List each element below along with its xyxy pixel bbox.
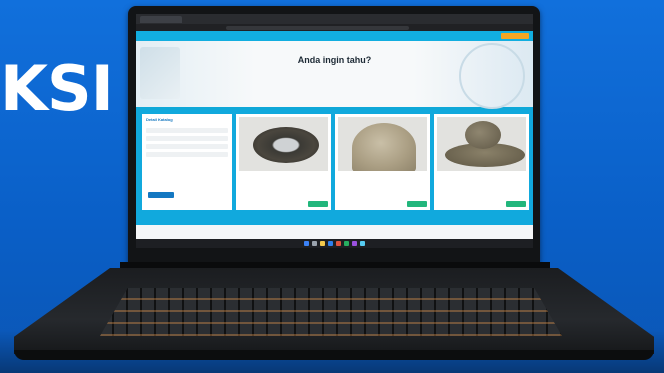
stone-grinder-icon — [465, 121, 501, 149]
filter-panel: Detail Katalog — [142, 114, 232, 210]
laptop-screen: Anda ingin tahu? Detail Katalog — [136, 14, 533, 248]
site-navbar — [136, 31, 533, 41]
backdrop-text: KSI — [0, 52, 114, 125]
card-image — [239, 117, 328, 171]
keyword-input[interactable] — [146, 128, 228, 133]
hero-photo — [140, 47, 180, 99]
site-nav-button[interactable] — [501, 33, 529, 39]
catalog-card[interactable] — [335, 114, 430, 210]
start-icon[interactable] — [304, 241, 309, 246]
card-detail-button[interactable] — [308, 201, 328, 207]
stone-tool-icon — [352, 123, 416, 171]
app-icon[interactable] — [336, 241, 341, 246]
browser-tab-bar — [136, 14, 533, 24]
os-taskbar — [136, 239, 533, 248]
category-select[interactable] — [146, 136, 228, 141]
search-icon[interactable] — [312, 241, 317, 246]
browser-icon[interactable] — [328, 241, 333, 246]
keyboard-backlight — [100, 288, 562, 336]
app-icon[interactable] — [344, 241, 349, 246]
hero-ornament-icon — [459, 43, 525, 109]
card-detail-button[interactable] — [407, 201, 427, 207]
stone-mortar-icon — [253, 127, 319, 163]
hero-section: Anda ingin tahu? — [136, 41, 533, 109]
laptop-front-edge — [14, 350, 654, 360]
browser-tab[interactable] — [140, 15, 182, 23]
catalog-card[interactable] — [434, 114, 529, 210]
catalog-card[interactable] — [236, 114, 331, 210]
catalog-content: Detail Katalog — [136, 110, 533, 225]
period-select[interactable] — [146, 152, 228, 157]
app-icon[interactable] — [360, 241, 365, 246]
browser-url-bar — [136, 24, 533, 31]
address-field[interactable] — [226, 25, 409, 30]
card-image — [338, 117, 427, 171]
filter-title: Detail Katalog — [146, 117, 173, 122]
folder-icon[interactable] — [320, 241, 325, 246]
card-image — [437, 117, 526, 171]
collection-select[interactable] — [146, 144, 228, 149]
search-button[interactable] — [148, 192, 174, 198]
app-icon[interactable] — [352, 241, 357, 246]
card-detail-button[interactable] — [506, 201, 526, 207]
